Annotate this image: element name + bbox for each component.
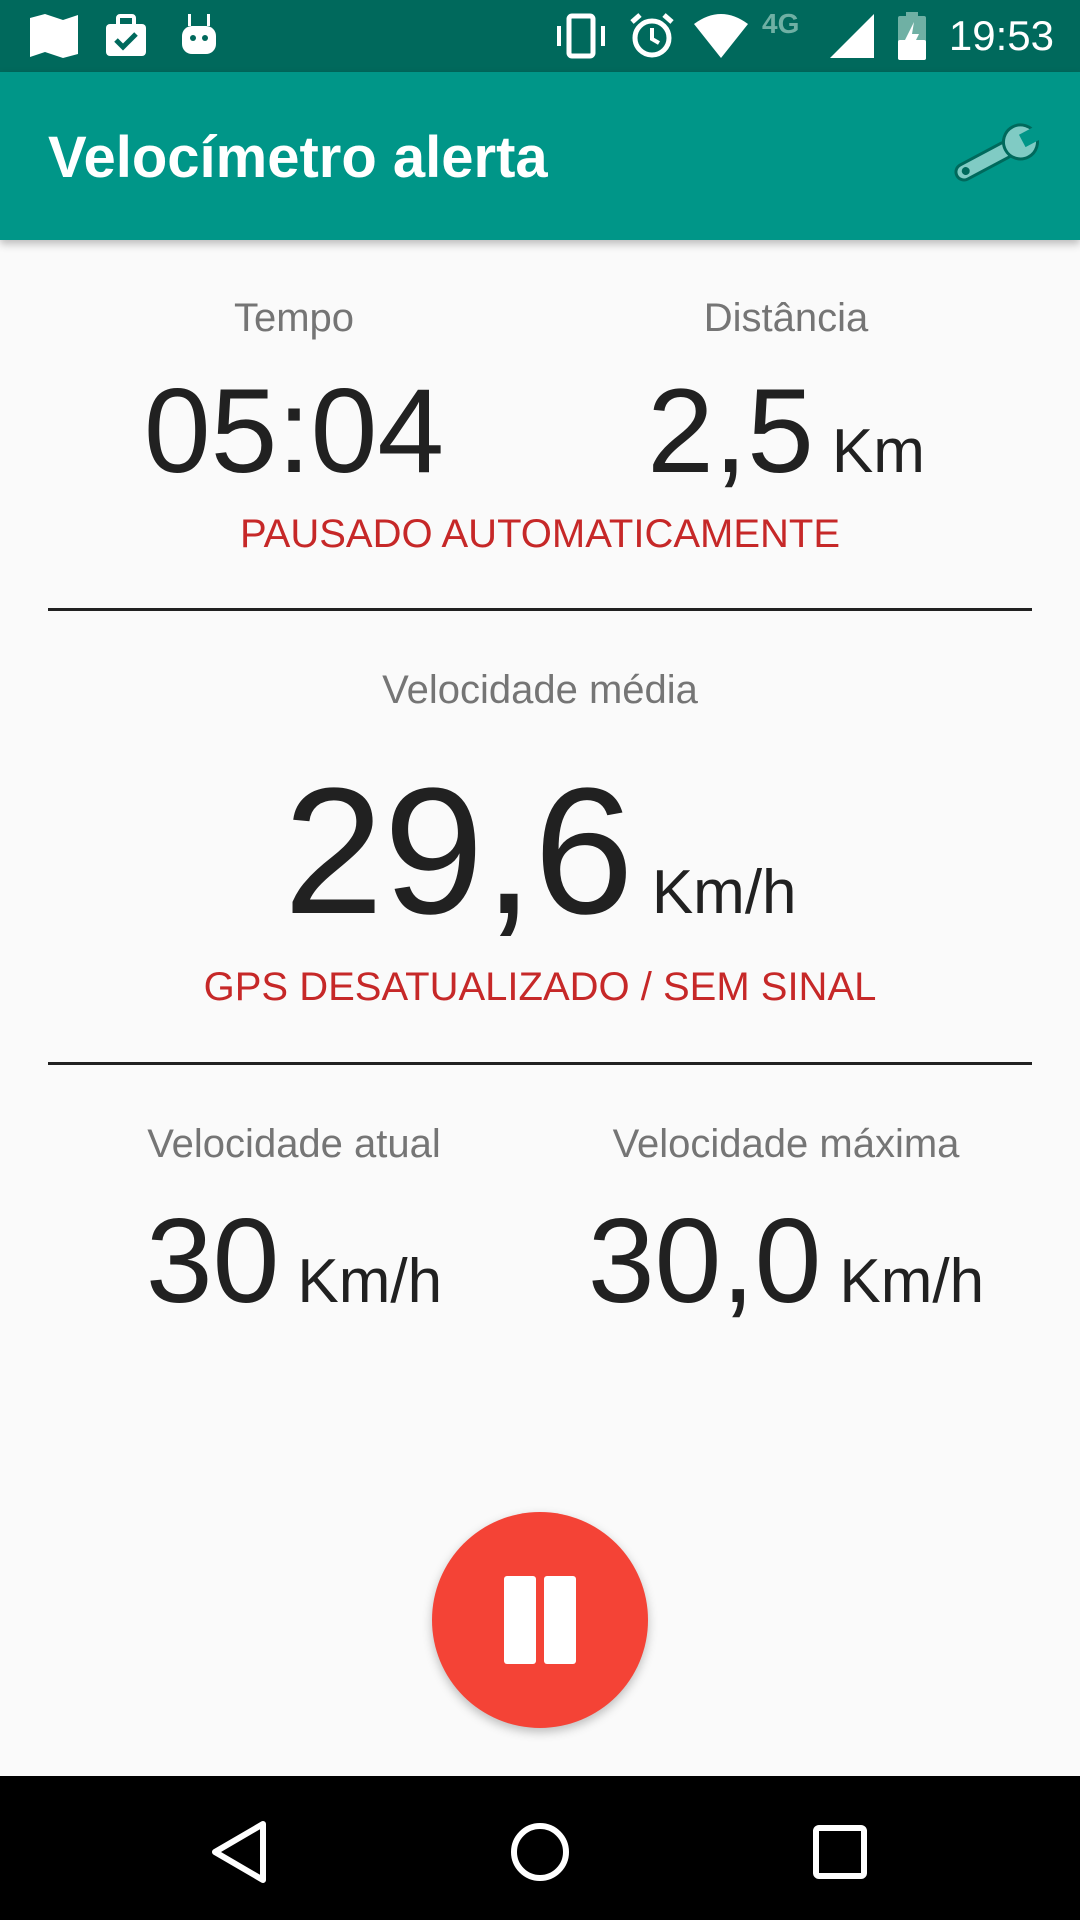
distance-value-row: 2,5 Km [560,362,1012,500]
status-time: 19:53 [948,12,1054,59]
distance-unit: Km [831,417,925,486]
distance-value: 2,5 [647,364,814,498]
time-value-row: 05:04 [60,362,528,500]
signal-icon [830,14,874,58]
network-type: 4G [762,8,800,39]
settings-button[interactable] [944,116,1044,196]
current-speed-value: 30 [145,1194,280,1328]
wrench-icon [954,123,1044,182]
divider [48,1062,1032,1065]
average-speed-label: Velocidade média [382,668,698,712]
app-title: Velocímetro alerta [48,125,548,190]
map-icon [30,14,78,58]
briefcase-check-icon [106,14,146,56]
app-bar: Velocímetro alerta [0,72,1080,240]
divider [48,608,1032,611]
average-speed-unit: Km/h [651,858,797,927]
current-speed-value-row: 30 Km/h [74,1192,514,1330]
time-label: Tempo [233,296,355,340]
status-bar: 4G 19:53 [0,0,1080,72]
alarm-icon [630,13,674,58]
average-speed-value-row: 29,6 Km/h [0,748,1080,955]
gps-status: GPS DESATUALIZADO / SEM SINAL [203,965,877,1009]
max-speed-value-row: 30,0 Km/h [540,1192,1032,1330]
wifi-icon [694,14,748,58]
auto-paused-status: PAUSADO AUTOMATICAMENTE [239,512,841,556]
back-icon[interactable] [201,1812,281,1892]
vibrate-icon [557,13,605,59]
max-speed-unit: Km/h [839,1247,985,1316]
navigation-bar [0,1776,1080,1920]
current-speed-unit: Km/h [297,1247,443,1316]
pause-button[interactable] [432,1512,648,1728]
average-speed-value: 29,6 [283,751,634,952]
max-speed-value: 30,0 [587,1194,822,1328]
android-icon [182,14,216,54]
max-speed-label: Velocidade máxima [612,1122,960,1166]
recents-icon[interactable] [800,1812,880,1892]
current-speed-label: Velocidade atual [147,1122,441,1166]
distance-label: Distância [703,296,869,340]
battery-icon [898,12,926,60]
time-value: 05:04 [143,364,445,498]
home-icon[interactable] [500,1812,580,1892]
